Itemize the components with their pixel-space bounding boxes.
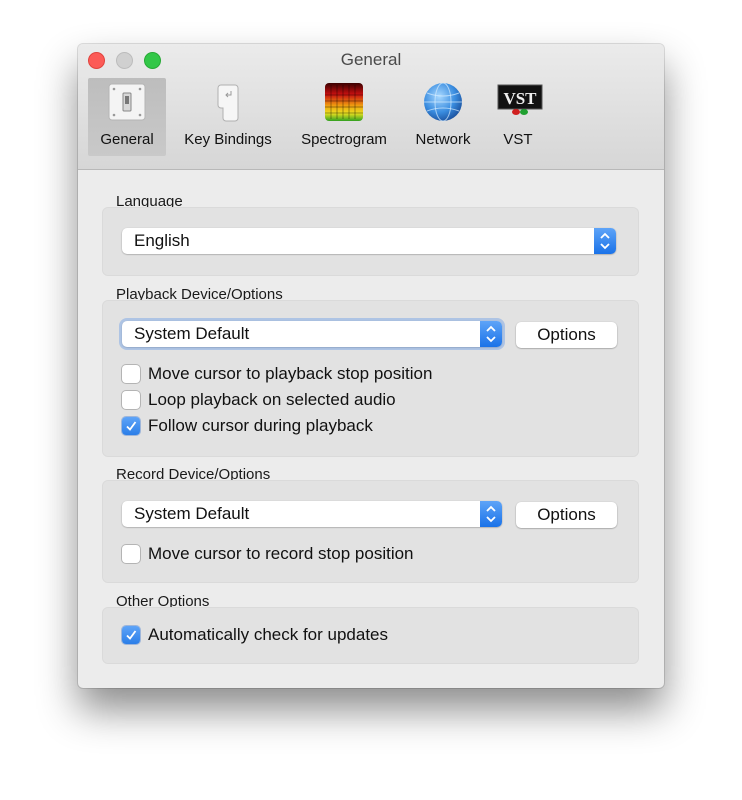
title-bar: General General Key Bindings Spectrogram…	[78, 44, 664, 170]
checkbox-label: Move cursor to playback stop position	[148, 364, 433, 383]
tab-key-bindings[interactable]: Key Bindings	[176, 78, 280, 156]
language-select[interactable]: English	[122, 228, 616, 254]
checkbox-label: Automatically check for updates	[148, 625, 389, 644]
playback-group: System Default Options Move cursor to pl…	[102, 300, 639, 457]
checkbox-label: Loop playback on selected audio	[148, 390, 396, 409]
checkbox-box[interactable]	[122, 365, 140, 383]
checkbox-box[interactable]	[122, 545, 140, 563]
tab-vst[interactable]: VST VST	[488, 78, 548, 156]
record-options-button[interactable]: Options	[516, 502, 617, 528]
checkbox-box[interactable]	[122, 391, 140, 409]
language-select-value: English	[134, 231, 190, 250]
language-group: English	[102, 207, 639, 276]
tab-vst-label: VST	[503, 131, 533, 148]
tab-key-bindings-label: Key Bindings	[184, 131, 272, 148]
toggle-switch-icon	[106, 83, 148, 123]
globe-icon	[422, 82, 464, 123]
tab-general-label: General	[100, 131, 154, 148]
playback-options-button[interactable]: Options	[516, 322, 617, 348]
tab-network[interactable]: Network	[406, 78, 480, 156]
tab-network-label: Network	[415, 131, 471, 148]
spectrogram-icon	[323, 83, 365, 123]
checkbox-auto-check-updates[interactable]: Automatically check for updates	[122, 625, 522, 645]
up-down-arrows-icon	[594, 228, 616, 254]
preferences-window: General General Key Bindings Spectrogram…	[78, 44, 664, 688]
checkbox-box[interactable]	[122, 626, 140, 644]
checkbox-move-cursor-playback-stop[interactable]: Move cursor to playback stop position	[122, 364, 522, 384]
record-group: System Default Options Move cursor to re…	[102, 480, 639, 583]
checkbox-label: Follow cursor during playback	[148, 416, 373, 435]
checkmark-icon	[126, 421, 137, 431]
tab-general[interactable]: General	[88, 78, 166, 156]
up-down-arrows-icon	[480, 321, 502, 347]
up-down-arrows-icon	[480, 501, 502, 527]
checkbox-loop-playback[interactable]: Loop playback on selected audio	[122, 390, 522, 410]
checkbox-move-cursor-record-stop[interactable]: Move cursor to record stop position	[122, 544, 522, 564]
vst-logo-icon: VST	[497, 83, 543, 123]
other-group: Automatically check for updates	[102, 607, 639, 664]
playback-device-value: System Default	[134, 324, 250, 343]
tab-spectrogram[interactable]: Spectrogram	[294, 78, 394, 156]
playback-device-select[interactable]: System Default	[122, 321, 502, 347]
checkbox-label: Move cursor to record stop position	[148, 544, 414, 563]
tab-spectrogram-label: Spectrogram	[301, 131, 387, 148]
keyboard-key-icon	[207, 83, 249, 123]
window-title: General	[340, 50, 402, 69]
checkbox-box[interactable]	[122, 417, 140, 435]
checkbox-follow-cursor[interactable]: Follow cursor during playback	[122, 416, 522, 436]
svg-text:VST: VST	[503, 89, 537, 108]
record-device-select[interactable]: System Default	[122, 501, 502, 527]
record-device-value: System Default	[134, 504, 250, 523]
checkmark-icon	[126, 630, 137, 640]
